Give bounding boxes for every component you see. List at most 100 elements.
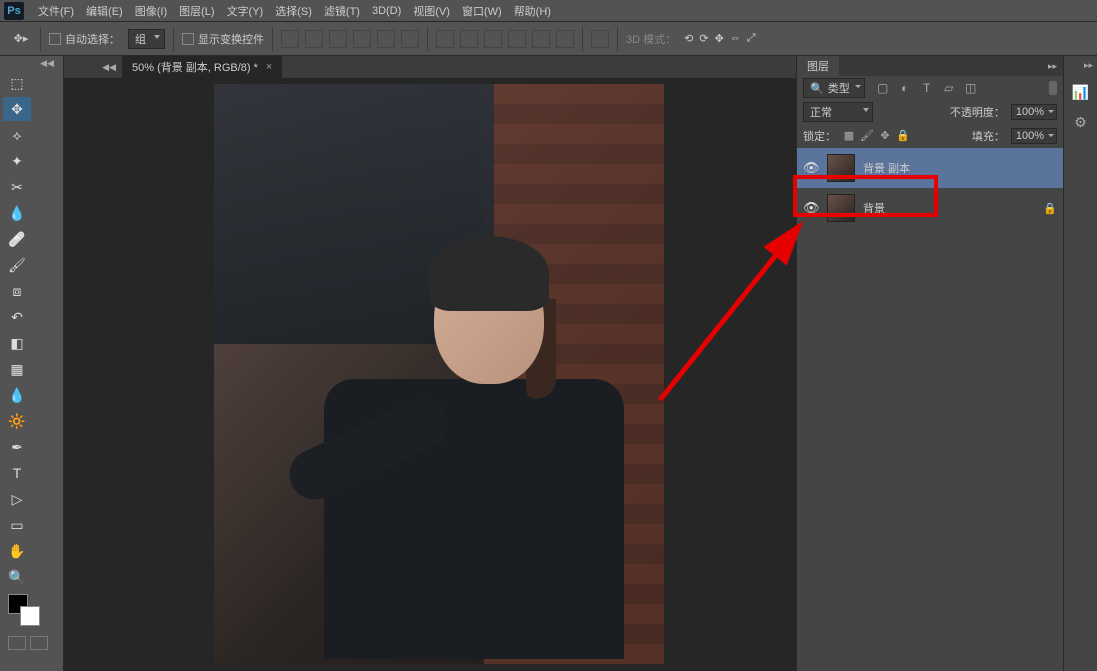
pen-tool[interactable]: ✒ xyxy=(3,435,31,459)
dist-vcenter-icon[interactable] xyxy=(460,30,478,48)
gradient-tool[interactable]: ▦ xyxy=(3,357,31,381)
3d-zoom-icon[interactable]: ⤢ xyxy=(747,32,756,45)
menu-view[interactable]: 视图(V) xyxy=(407,3,456,19)
panel-collapse-icon[interactable]: ▸▸ xyxy=(1048,61,1063,72)
fill-input[interactable]: 100% xyxy=(1011,128,1057,144)
divider xyxy=(40,27,41,51)
blend-mode-dropdown[interactable]: 正常 xyxy=(803,102,873,122)
move-tool[interactable]: ✥ xyxy=(3,97,31,121)
dock-histogram-icon[interactable]: 📊 xyxy=(1071,83,1091,101)
divider xyxy=(582,27,583,51)
auto-align-icon[interactable] xyxy=(591,30,609,48)
menu-edit[interactable]: 编辑(E) xyxy=(80,3,129,19)
screen-mode-buttons xyxy=(2,630,60,656)
clone-stamp-tool[interactable]: ⧈ xyxy=(3,279,31,303)
background-swatch[interactable] xyxy=(20,606,40,626)
screenmode-icon[interactable] xyxy=(30,636,48,650)
layer-row[interactable]: 👁 背景 🔒 xyxy=(797,188,1063,228)
3d-roll-icon[interactable]: ⟳ xyxy=(699,32,708,45)
show-transform-checkbox[interactable]: 显示变换控件 xyxy=(182,31,264,47)
filter-toggle-switch[interactable] xyxy=(1049,81,1057,95)
align-hcenter-icon[interactable] xyxy=(377,30,395,48)
layer-row[interactable]: 👁 背景 副本 xyxy=(797,148,1063,188)
align-top-icon[interactable] xyxy=(281,30,299,48)
blur-tool[interactable]: 💧 xyxy=(3,383,31,407)
filter-shape-icon[interactable]: ▱ xyxy=(941,81,957,95)
layer-thumbnail[interactable] xyxy=(827,154,855,182)
align-vcenter-icon[interactable] xyxy=(305,30,323,48)
menu-help[interactable]: 帮助(H) xyxy=(508,3,557,19)
auto-select-checkbox[interactable]: 自动选择： xyxy=(49,31,120,47)
3d-pan-icon[interactable]: ✥ xyxy=(715,32,724,45)
visibility-toggle-icon[interactable]: 👁 xyxy=(803,200,819,216)
lock-fill-row: 锁定： ▩ 🖌 ✥ 🔒 填充： 100% xyxy=(797,124,1063,148)
toolbar-collapse-icon[interactable]: ◀◀ xyxy=(2,58,60,70)
dist-right-icon[interactable] xyxy=(556,30,574,48)
divider xyxy=(173,27,174,51)
zoom-tool[interactable]: 🔍 xyxy=(3,565,31,589)
document-tab-bar: ◀◀ 50% (背景 副本, RGB/8) * × xyxy=(64,56,796,78)
path-select-tool[interactable]: ▷ xyxy=(3,487,31,511)
canvas-area: ◀◀ 50% (背景 副本, RGB/8) * × xyxy=(64,56,796,671)
type-tool[interactable]: T xyxy=(3,461,31,485)
document-tab[interactable]: 50% (背景 副本, RGB/8) * × xyxy=(122,56,282,78)
layer-name-label[interactable]: 背景 副本 xyxy=(863,160,910,176)
layer-name-label[interactable]: 背景 xyxy=(863,200,885,216)
filter-smart-icon[interactable]: ◫ xyxy=(963,81,979,95)
layer-thumbnail[interactable] xyxy=(827,194,855,222)
lasso-tool[interactable]: ⟡ xyxy=(3,123,31,147)
options-bar: ✥▸ 自动选择： 组 显示变换控件 3D 模式： ⟲ ⟳ ✥ ⇔ ⤢ xyxy=(0,22,1097,56)
visibility-toggle-icon[interactable]: 👁 xyxy=(803,160,819,176)
3d-slide-icon[interactable]: ⇔ xyxy=(730,32,741,45)
align-icons xyxy=(281,30,419,48)
filter-adjust-icon[interactable]: ◐ xyxy=(897,81,913,95)
move-tool-icon[interactable]: ✥▸ xyxy=(10,28,32,50)
eyedropper-tool[interactable]: 💧 xyxy=(3,201,31,225)
dist-left-icon[interactable] xyxy=(508,30,526,48)
layer-filter-type-dropdown[interactable]: 🔍 类型 xyxy=(803,78,865,98)
quickmask-icon[interactable] xyxy=(8,636,26,650)
align-right-icon[interactable] xyxy=(401,30,419,48)
dock-collapse-icon[interactable]: ▸▸ xyxy=(1084,60,1097,71)
brush-tool[interactable]: 🖌 xyxy=(3,253,31,277)
auto-select-dropdown[interactable]: 组 xyxy=(128,29,165,49)
layers-panel-tab[interactable]: 图层 xyxy=(797,56,839,76)
marquee-tool[interactable]: ⬚ xyxy=(3,71,31,95)
menu-3d[interactable]: 3D(D) xyxy=(366,5,407,17)
color-swatches[interactable] xyxy=(2,590,60,630)
filter-type-icon[interactable]: T xyxy=(919,81,935,95)
lock-buttons: ▩ 🖌 ✥ 🔒 xyxy=(842,129,910,143)
filter-pixel-icon[interactable]: ▢ xyxy=(875,81,891,95)
dock-adjust-icon[interactable]: ⚙ xyxy=(1071,113,1091,131)
history-brush-tool[interactable]: ↶ xyxy=(3,305,31,329)
crop-tool[interactable]: ✂ xyxy=(3,175,31,199)
menu-type[interactable]: 文字(Y) xyxy=(221,3,270,19)
close-tab-icon[interactable]: × xyxy=(266,61,272,73)
menu-select[interactable]: 选择(S) xyxy=(269,3,318,19)
dist-bottom-icon[interactable] xyxy=(484,30,502,48)
lock-position-icon[interactable]: ✥ xyxy=(878,129,892,143)
align-bottom-icon[interactable] xyxy=(329,30,347,48)
menu-bar: Ps 文件(F) 编辑(E) 图像(I) 图层(L) 文字(Y) 选择(S) 滤… xyxy=(0,0,1097,22)
menu-window[interactable]: 窗口(W) xyxy=(456,3,508,19)
menu-image[interactable]: 图像(I) xyxy=(129,3,173,19)
lock-transparency-icon[interactable]: ▩ xyxy=(842,129,856,143)
dist-top-icon[interactable] xyxy=(436,30,454,48)
lock-all-icon[interactable]: 🔒 xyxy=(896,129,910,143)
dodge-tool[interactable]: 🔆 xyxy=(3,409,31,433)
magic-wand-tool[interactable]: ✦ xyxy=(3,149,31,173)
lock-pixels-icon[interactable]: 🖌 xyxy=(860,129,874,143)
shape-tool[interactable]: ▭ xyxy=(3,513,31,537)
tabbar-collapse-icon[interactable]: ◀◀ xyxy=(64,62,122,73)
3d-orbit-icon[interactable]: ⟲ xyxy=(684,32,693,45)
hand-tool[interactable]: ✋ xyxy=(3,539,31,563)
dist-hcenter-icon[interactable] xyxy=(532,30,550,48)
healing-brush-tool[interactable]: 🩹 xyxy=(3,227,31,251)
opacity-input[interactable]: 100% xyxy=(1011,104,1057,120)
menu-filter[interactable]: 滤镜(T) xyxy=(318,3,366,19)
canvas[interactable] xyxy=(214,84,664,664)
align-left-icon[interactable] xyxy=(353,30,371,48)
menu-layer[interactable]: 图层(L) xyxy=(173,3,220,19)
menu-file[interactable]: 文件(F) xyxy=(32,3,80,19)
eraser-tool[interactable]: ◧ xyxy=(3,331,31,355)
